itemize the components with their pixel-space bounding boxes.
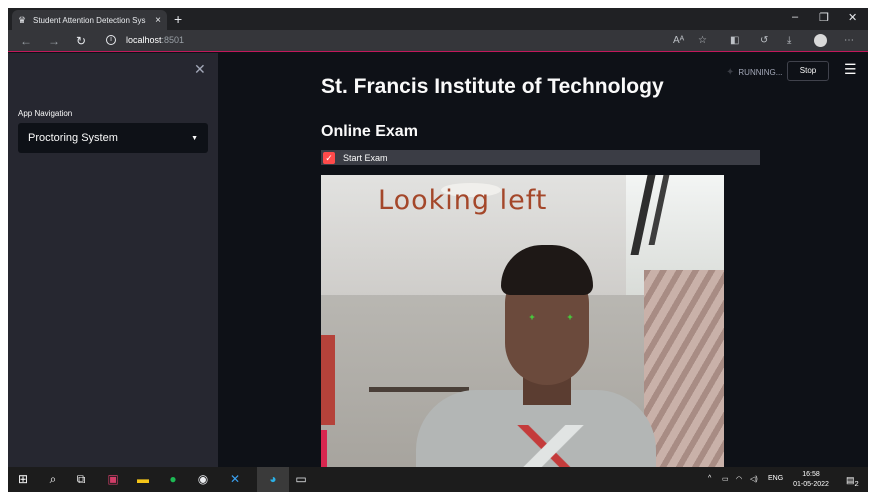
- url-host: localhost: [126, 35, 162, 45]
- favorite-icon[interactable]: ☆: [698, 35, 707, 46]
- new-tab-icon[interactable]: +: [174, 10, 182, 28]
- language-indicator[interactable]: ENG: [768, 475, 783, 482]
- vscode-icon[interactable]: ✕: [228, 472, 242, 486]
- tray-chevron-up-icon[interactable]: ^: [708, 475, 711, 482]
- running-icon: ✦: [726, 67, 735, 78]
- search-icon[interactable]: ⌕: [46, 472, 60, 486]
- left-eye-landmark-icon: +: [529, 312, 535, 322]
- section-title: Online Exam: [321, 123, 418, 140]
- edge-icon[interactable]: ◕: [266, 472, 280, 486]
- more-menu-icon[interactable]: ⋯: [844, 35, 854, 46]
- close-window-icon[interactable]: ✕: [848, 11, 857, 24]
- restore-icon[interactable]: ❐: [819, 11, 829, 24]
- reload-icon[interactable]: ↻: [76, 34, 86, 48]
- page-title: St. Francis Institute of Technology: [321, 75, 664, 98]
- start-exam-checkbox-row[interactable]: ✓ Start Exam: [321, 150, 760, 165]
- notification-icon[interactable]: ▤2: [846, 475, 859, 488]
- curtain: [644, 270, 724, 467]
- terminal-icon[interactable]: ▭: [294, 472, 308, 486]
- chrome-icon[interactable]: ◉: [196, 472, 210, 486]
- url-port: :8501: [161, 35, 185, 45]
- page-select-value: Proctoring System: [28, 132, 118, 144]
- profile-avatar[interactable]: [814, 34, 827, 47]
- sidebar-close-icon[interactable]: ✕: [194, 61, 206, 78]
- background-object: [321, 335, 335, 425]
- extensions-icon[interactable]: ◧: [730, 35, 739, 46]
- read-aloud-icon[interactable]: Aᴬ: [673, 35, 684, 46]
- shirt-print: [516, 425, 596, 467]
- notification-count: 2: [854, 478, 859, 488]
- stop-button[interactable]: Stop: [787, 61, 829, 81]
- gaze-status-overlay: Looking left: [378, 185, 548, 216]
- browser-tab[interactable]: ♛ Student Attention Detection Sys ×: [12, 10, 167, 30]
- status-text: RUNNING...: [738, 68, 783, 77]
- back-icon[interactable]: ←: [20, 34, 32, 48]
- network-icon[interactable]: ◠: [736, 475, 742, 483]
- file-explorer-icon[interactable]: ▬: [136, 472, 150, 486]
- chevron-down-icon: ▼: [191, 134, 198, 142]
- browser-tabstrip: ♛ Student Attention Detection Sys × + – …: [8, 8, 868, 30]
- collections-icon[interactable]: ↺: [760, 35, 768, 46]
- shelf: [369, 387, 469, 392]
- start-exam-label: Start Exam: [343, 152, 388, 163]
- minimize-icon[interactable]: –: [792, 11, 798, 23]
- tab-title: Student Attention Detection Sys: [33, 15, 146, 25]
- site-info-icon[interactable]: i: [106, 35, 116, 45]
- main-content: ✦ RUNNING... Stop ☰ St. Francis Institut…: [218, 53, 868, 467]
- volume-icon[interactable]: ◁): [750, 475, 758, 483]
- streamlit-crown-icon: ♛: [18, 15, 27, 25]
- taskbar: ⊞ ⌕ ⧉ ▣ ▬ ● ◉ ✕ ◕ ▭ ^ ▭ ◠ ◁) ENG 16:58 0…: [8, 467, 868, 492]
- app-icon[interactable]: ▣: [106, 472, 120, 486]
- clock-date: 01-05-2022: [793, 481, 829, 488]
- forward-icon[interactable]: →: [48, 34, 60, 48]
- clock-time: 16:58: [802, 471, 820, 478]
- downloads-icon[interactable]: ⤓: [787, 35, 791, 46]
- sidebar-nav-label: App Navigation: [18, 109, 73, 118]
- spotify-icon[interactable]: ●: [166, 472, 180, 486]
- windows-start-icon[interactable]: ⊞: [16, 472, 30, 486]
- screen: ♛ Student Attention Detection Sys × + – …: [8, 8, 868, 492]
- webcam-feed: + + Looking left: [321, 175, 724, 467]
- tab-close-icon[interactable]: ×: [155, 15, 161, 26]
- start-exam-checkbox[interactable]: ✓: [323, 151, 335, 164]
- taskbar-clock[interactable]: 16:58 01-05-2022: [788, 470, 834, 490]
- task-view-icon[interactable]: ⧉: [74, 472, 88, 486]
- address-bar: ← → ↻ i localhost :8501 Aᴬ ☆ ◧ ↺ ⤓ ⋯: [8, 30, 868, 52]
- page-select[interactable]: Proctoring System ▼: [18, 123, 208, 153]
- status-indicator: ✦ RUNNING...: [726, 67, 782, 78]
- background-object: [321, 430, 327, 467]
- battery-icon[interactable]: ▭: [722, 475, 729, 483]
- sidebar: ✕ App Navigation Proctoring System ▼: [8, 53, 218, 467]
- right-eye-landmark-icon: +: [567, 312, 573, 322]
- url-field[interactable]: i localhost :8501: [106, 35, 184, 45]
- hamburger-menu-icon[interactable]: ☰: [844, 61, 857, 78]
